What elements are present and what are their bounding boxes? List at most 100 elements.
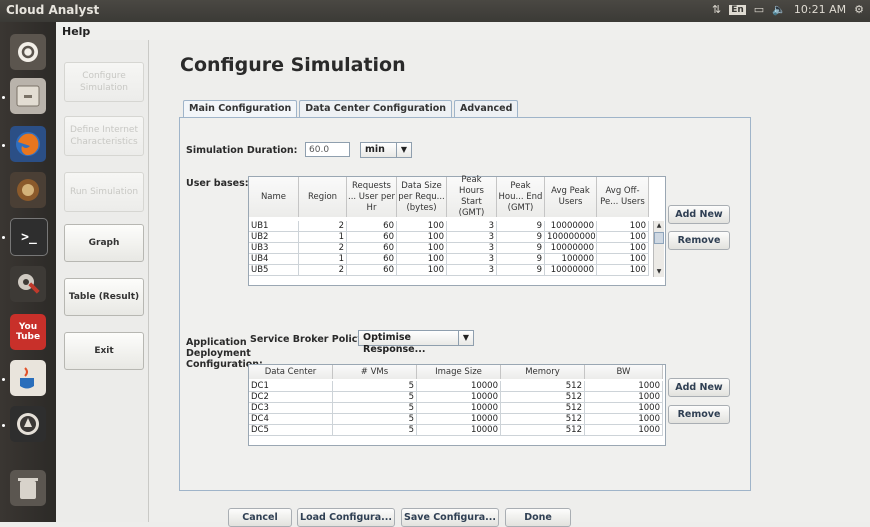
table-cell[interactable]: 3 <box>447 243 497 254</box>
volume-icon[interactable]: 🔈 <box>772 3 786 16</box>
scroll-up-icon[interactable]: ▲ <box>654 221 664 231</box>
table-cell[interactable]: 100 <box>397 254 447 265</box>
table-cell[interactable]: 1000 <box>585 403 663 414</box>
table-cell[interactable]: 100 <box>597 265 649 276</box>
column-header[interactable]: Image Size <box>417 365 501 379</box>
files-icon[interactable] <box>10 78 46 114</box>
table-cell[interactable]: 60 <box>347 254 397 265</box>
java-icon[interactable] <box>10 360 46 396</box>
column-header[interactable]: Name <box>249 177 299 217</box>
table-cell[interactable]: 9 <box>497 243 545 254</box>
table-cell[interactable]: 100 <box>597 243 649 254</box>
table-cell[interactable]: 2 <box>299 265 347 276</box>
keyboard-layout-indicator[interactable]: En <box>729 4 746 15</box>
table-cell[interactable]: 10000 <box>417 381 501 392</box>
menu-help[interactable]: Help <box>62 25 90 38</box>
table-cell[interactable]: 9 <box>497 221 545 232</box>
terminal-icon[interactable]: >_ <box>10 218 48 256</box>
table-cell[interactable]: 2 <box>299 243 347 254</box>
duration-unit-select[interactable]: min ▼ <box>360 142 412 158</box>
clock[interactable]: 10:21 AM <box>794 3 846 16</box>
table-cell[interactable]: 100 <box>397 265 447 276</box>
table-cell[interactable]: 512 <box>501 392 585 403</box>
table-cell[interactable]: 9 <box>497 232 545 243</box>
table-cell[interactable]: 100 <box>397 221 447 232</box>
data-centers-table[interactable]: Data Center DC1 DC2 DC3 DC4 DC5 # VMs 5 5 5 5 5 Imag… <box>248 364 666 446</box>
service-broker-policy-select[interactable]: Optimise Response... ▼ <box>358 330 474 355</box>
column-header[interactable]: Peak Hours Start (GMT) <box>447 175 497 218</box>
simulation-duration-input[interactable]: 60.0 <box>305 142 350 157</box>
dash-home-icon[interactable] <box>10 34 46 70</box>
table-cell[interactable]: 3 <box>447 254 497 265</box>
done-button[interactable]: Done <box>505 508 571 527</box>
column-header[interactable]: Region <box>299 177 347 217</box>
trash-icon[interactable] <box>10 470 46 506</box>
deployment-remove-button[interactable]: Remove <box>668 405 730 424</box>
table-cell[interactable]: UB2 <box>249 232 299 243</box>
firefox-icon[interactable] <box>10 126 46 162</box>
tab-main-configuration[interactable]: Main Configuration <box>183 100 298 118</box>
scroll-thumb[interactable] <box>654 232 664 244</box>
table-cell[interactable]: 10000 <box>417 414 501 425</box>
table-cell[interactable]: 2 <box>299 221 347 232</box>
column-header[interactable]: Avg Peak Users <box>545 177 597 217</box>
table-cell[interactable]: 10000 <box>417 425 501 436</box>
table-cell[interactable]: 60 <box>347 232 397 243</box>
network-icon[interactable]: ⇅ <box>712 3 721 16</box>
table-cell[interactable]: 100 <box>397 232 447 243</box>
column-header[interactable]: Data Center <box>249 365 333 379</box>
tab-data-center-configuration[interactable]: Data Center Configuration <box>299 100 453 118</box>
column-header[interactable]: Data Size per Requ... (bytes) <box>397 177 447 217</box>
settings-gear-icon[interactable]: ⚙ <box>854 3 864 16</box>
table-cell[interactable]: 100000 <box>545 254 597 265</box>
table-cell[interactable]: 1 <box>299 232 347 243</box>
table-cell[interactable]: 1000 <box>585 392 663 403</box>
column-header[interactable]: Avg Off-Pe... Users <box>597 177 649 217</box>
table-cell[interactable]: 3 <box>447 221 497 232</box>
table-cell[interactable]: DC1 <box>249 381 333 392</box>
column-header[interactable]: Peak Hou... End (GMT) <box>497 177 545 217</box>
table-cell[interactable]: 512 <box>501 381 585 392</box>
define-internet-characteristics-button[interactable]: Define Internet Characteristics <box>64 116 144 156</box>
column-header[interactable]: Memory <box>501 365 585 379</box>
table-cell[interactable]: 10000000 <box>545 265 597 276</box>
table-cell[interactable]: 5 <box>333 403 417 414</box>
system-settings-icon[interactable] <box>10 266 46 302</box>
table-cell[interactable]: 60 <box>347 243 397 254</box>
table-cell[interactable]: UB3 <box>249 243 299 254</box>
table-cell[interactable]: 60 <box>347 265 397 276</box>
graph-button[interactable]: Graph <box>64 224 144 262</box>
column-header[interactable]: Requests ... User per Hr <box>347 177 397 217</box>
table-cell[interactable]: 512 <box>501 425 585 436</box>
deployment-add-new-button[interactable]: Add New <box>668 378 730 397</box>
table-cell[interactable]: 3 <box>447 265 497 276</box>
run-simulation-button[interactable]: Run Simulation <box>64 172 144 212</box>
table-cell[interactable]: 5 <box>333 414 417 425</box>
table-cell[interactable]: 10000000 <box>545 243 597 254</box>
table-cell[interactable]: DC3 <box>249 403 333 414</box>
table-cell[interactable]: DC2 <box>249 392 333 403</box>
table-cell[interactable]: 1000 <box>585 425 663 436</box>
column-header[interactable]: # VMs <box>333 365 417 379</box>
table-cell[interactable]: DC5 <box>249 425 333 436</box>
table-cell[interactable]: 5 <box>333 425 417 436</box>
table-cell[interactable]: UB4 <box>249 254 299 265</box>
table-cell[interactable]: 100 <box>397 243 447 254</box>
tab-advanced[interactable]: Advanced <box>454 100 519 118</box>
scroll-down-icon[interactable]: ▼ <box>654 267 664 277</box>
configure-simulation-button[interactable]: Configure Simulation <box>64 62 144 102</box>
table-cell[interactable]: 1000 <box>585 381 663 392</box>
table-cell[interactable]: 10000 <box>417 392 501 403</box>
table-cell[interactable]: 512 <box>501 403 585 414</box>
user-bases-table[interactable]: Name UB1 UB2 UB3 UB4 UB5 Region 2 1 2 1 2 Requests .… <box>248 175 666 286</box>
user-bases-add-new-button[interactable]: Add New <box>668 205 730 224</box>
exit-button[interactable]: Exit <box>64 332 144 370</box>
table-cell[interactable]: 100000000 <box>545 232 597 243</box>
table-cell[interactable]: 100 <box>597 232 649 243</box>
load-configuration-button[interactable]: Load Configura... <box>297 508 395 527</box>
cancel-button[interactable]: Cancel <box>228 508 292 527</box>
battery-icon[interactable]: ▭ <box>754 3 764 16</box>
table-cell[interactable]: 1000 <box>585 414 663 425</box>
table-cell[interactable]: 10000 <box>417 403 501 414</box>
table-cell[interactable]: 3 <box>447 232 497 243</box>
